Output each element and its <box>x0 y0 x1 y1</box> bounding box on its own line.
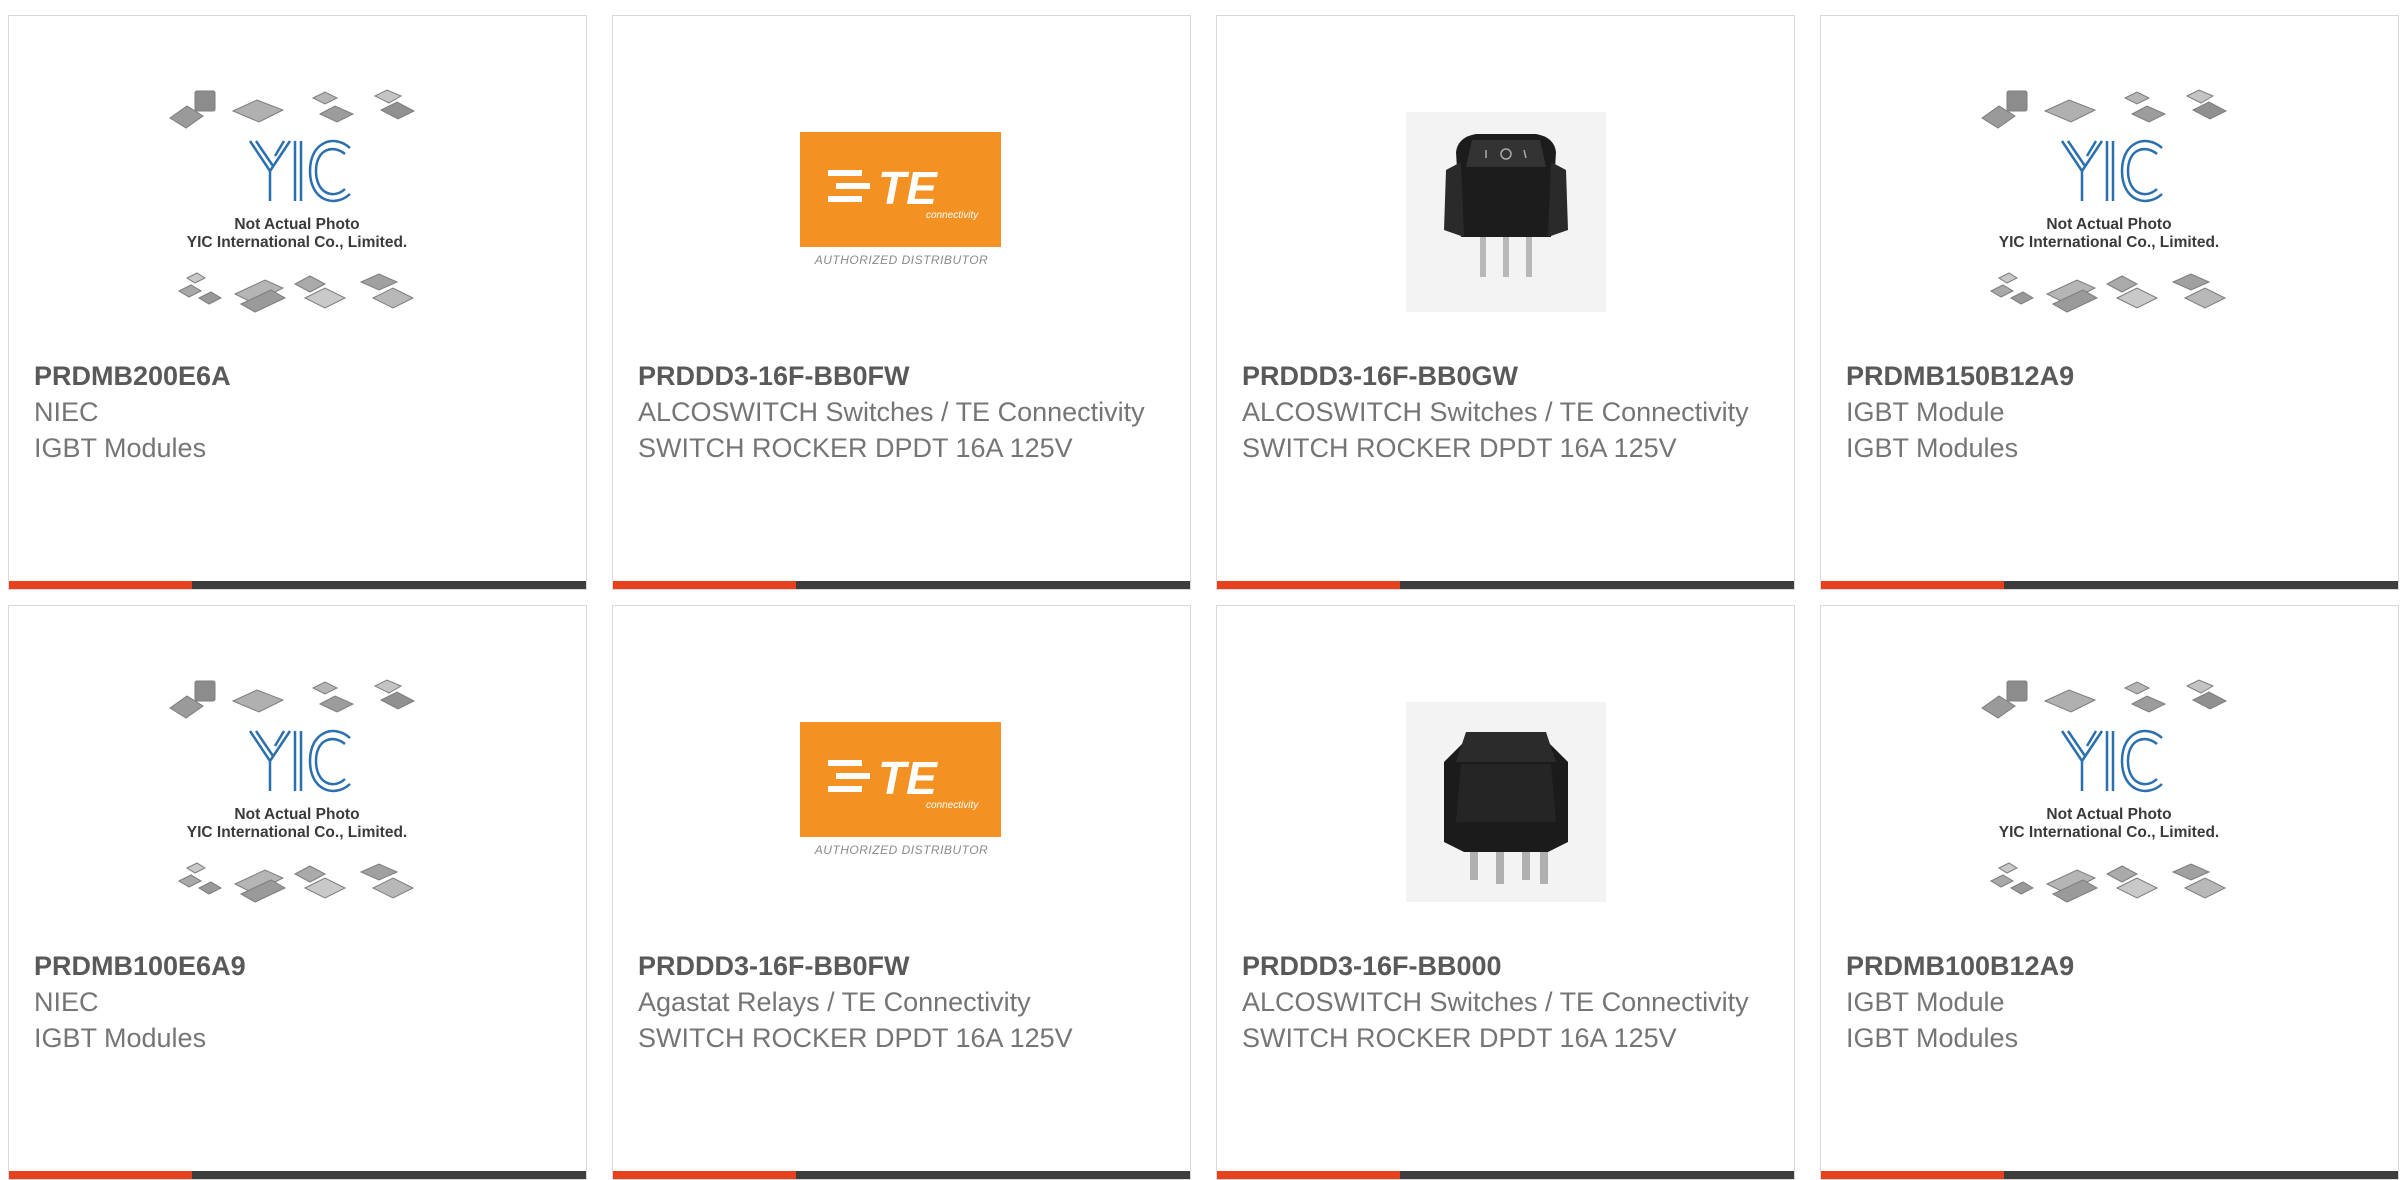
product-card-5[interactable]: Not Actual Photo YIC International Co., … <box>8 605 587 1180</box>
yic-placeholder-image: Not Actual Photo YIC International Co., … <box>1981 679 2228 903</box>
description: SWITCH ROCKER DPDT 16A 125V <box>1242 433 1677 463</box>
manufacturer: ALCOSWITCH Switches / TE Connectivity <box>638 397 1145 427</box>
product-grid: Not Actual Photo YIC International Co., … <box>8 15 2399 1180</box>
card-underline <box>613 1171 1190 1179</box>
rocker-switch-image <box>1405 112 1606 312</box>
part-number[interactable]: PRDDD3-16F-BB000 <box>1242 948 1769 984</box>
svg-text:connectivity: connectivity <box>926 800 979 811</box>
card-underline <box>1217 581 1794 589</box>
product-image[interactable]: Not Actual Photo YIC International Co., … <box>9 676 586 951</box>
svg-text:YIC International Co., Limited: YIC International Co., Limited. <box>187 824 407 841</box>
yic-logo-icon <box>2060 729 2163 793</box>
card-underline-accent <box>613 1171 796 1179</box>
card-underline-accent <box>1821 1171 2004 1179</box>
part-number[interactable]: PRDMB150B12A9 <box>1846 358 2373 394</box>
product-image[interactable]: TE connectivity AUTHORIZED DISTRIBUTOR <box>613 676 1190 951</box>
description: IGBT Modules <box>1846 433 2019 463</box>
yic-logo-icon <box>2060 139 2163 203</box>
card-underline <box>613 581 1190 589</box>
product-card-1[interactable]: Not Actual Photo YIC International Co., … <box>8 15 587 590</box>
svg-text:YIC International Co., Limited: YIC International Co., Limited. <box>1999 234 2219 251</box>
te-logo-icon: TE connectivity <box>800 722 1001 837</box>
manufacturer: ALCOSWITCH Switches / TE Connectivity <box>1242 987 1749 1017</box>
card-underline-accent <box>9 581 192 589</box>
product-info: PRDMB200E6A NIEC IGBT Modules <box>34 358 561 466</box>
product-image[interactable]: Not Actual Photo YIC International Co., … <box>1821 676 2398 951</box>
manufacturer: IGBT Module <box>1846 987 2005 1017</box>
yic-placeholder-image: Not Actual Photo YIC International Co., … <box>169 679 416 903</box>
product-info: PRDMB100E6A9 NIEC IGBT Modules <box>34 948 561 1056</box>
te-badge: TE connectivity AUTHORIZED DISTRIBUTOR <box>800 132 1003 267</box>
svg-text:Not Actual Photo: Not Actual Photo <box>234 806 359 823</box>
part-number[interactable]: PRDMB100E6A9 <box>34 948 561 984</box>
card-underline-accent <box>9 1171 192 1179</box>
product-card-6[interactable]: TE connectivity AUTHORIZED DISTRIBUTOR P… <box>612 605 1191 1180</box>
part-number[interactable]: PRDMB200E6A <box>34 358 561 394</box>
description: IGBT Modules <box>34 1023 207 1053</box>
description: IGBT Modules <box>34 433 207 463</box>
product-card-4[interactable]: Not Actual Photo YIC International Co., … <box>1820 15 2399 590</box>
part-number[interactable]: PRDDD3-16F-BB0FW <box>638 358 1165 394</box>
svg-text:Not Actual Photo: Not Actual Photo <box>2046 806 2171 823</box>
product-info: PRDDD3-16F-BB0FW ALCOSWITCH Switches / T… <box>638 358 1165 466</box>
card-underline-accent <box>1821 581 2004 589</box>
description: IGBT Modules <box>1846 1023 2019 1053</box>
product-image[interactable] <box>1217 676 1794 951</box>
card-underline-accent <box>1217 1171 1400 1179</box>
product-card-2[interactable]: TE connectivity AUTHORIZED DISTRIBUTOR P… <box>612 15 1191 590</box>
yic-placeholder-image: Not Actual Photo YIC International Co., … <box>1981 89 2228 313</box>
manufacturer: IGBT Module <box>1846 397 2005 427</box>
card-underline <box>9 1171 586 1179</box>
svg-text:Not Actual Photo: Not Actual Photo <box>2046 216 2171 233</box>
svg-text:YIC International Co., Limited: YIC International Co., Limited. <box>1999 824 2219 841</box>
manufacturer: ALCOSWITCH Switches / TE Connectivity <box>1242 397 1749 427</box>
manufacturer: NIEC <box>34 987 99 1017</box>
card-underline <box>9 581 586 589</box>
te-logo-icon: TE connectivity <box>800 132 1001 247</box>
description: SWITCH ROCKER DPDT 16A 125V <box>1242 1023 1677 1053</box>
svg-text:Not Actual Photo: Not Actual Photo <box>234 216 359 233</box>
yic-logo-icon <box>248 139 351 203</box>
part-number[interactable]: PRDDD3-16F-BB0FW <box>638 948 1165 984</box>
product-info: PRDDD3-16F-BB0FW Agastat Relays / TE Con… <box>638 948 1165 1056</box>
product-image[interactable] <box>1217 86 1794 361</box>
svg-text:TE: TE <box>878 752 938 804</box>
card-underline <box>1821 1171 2398 1179</box>
product-card-8[interactable]: Not Actual Photo YIC International Co., … <box>1820 605 2399 1180</box>
yic-placeholder-image: Not Actual Photo YIC International Co., … <box>169 89 416 313</box>
product-image[interactable]: TE connectivity AUTHORIZED DISTRIBUTOR <box>613 86 1190 361</box>
product-info: PRDDD3-16F-BB0GW ALCOSWITCH Switches / T… <box>1242 358 1769 466</box>
product-image[interactable]: Not Actual Photo YIC International Co., … <box>1821 86 2398 361</box>
card-underline-accent <box>613 581 796 589</box>
te-badge: TE connectivity AUTHORIZED DISTRIBUTOR <box>800 722 1003 857</box>
product-card-7[interactable]: PRDDD3-16F-BB000 ALCOSWITCH Switches / T… <box>1216 605 1795 1180</box>
te-caption: AUTHORIZED DISTRIBUTOR <box>814 253 989 267</box>
card-underline <box>1217 1171 1794 1179</box>
rocker-switch-square-image <box>1405 702 1606 902</box>
part-number[interactable]: PRDMB100B12A9 <box>1846 948 2373 984</box>
yic-logo-icon <box>248 729 351 793</box>
card-underline <box>1821 581 2398 589</box>
part-number[interactable]: PRDDD3-16F-BB0GW <box>1242 358 1769 394</box>
svg-text:connectivity: connectivity <box>926 210 979 221</box>
product-image[interactable]: Not Actual Photo YIC International Co., … <box>9 86 586 361</box>
svg-text:YIC International Co., Limited: YIC International Co., Limited. <box>187 234 407 251</box>
description: SWITCH ROCKER DPDT 16A 125V <box>638 1023 1073 1053</box>
manufacturer: Agastat Relays / TE Connectivity <box>638 987 1031 1017</box>
product-info: PRDMB150B12A9 IGBT Module IGBT Modules <box>1846 358 2373 466</box>
svg-text:TE: TE <box>878 162 938 214</box>
product-info: PRDMB100B12A9 IGBT Module IGBT Modules <box>1846 948 2373 1056</box>
manufacturer: NIEC <box>34 397 99 427</box>
card-underline-accent <box>1217 581 1400 589</box>
product-info: PRDDD3-16F-BB000 ALCOSWITCH Switches / T… <box>1242 948 1769 1056</box>
product-card-3[interactable]: PRDDD3-16F-BB0GW ALCOSWITCH Switches / T… <box>1216 15 1795 590</box>
te-caption: AUTHORIZED DISTRIBUTOR <box>814 843 989 857</box>
description: SWITCH ROCKER DPDT 16A 125V <box>638 433 1073 463</box>
